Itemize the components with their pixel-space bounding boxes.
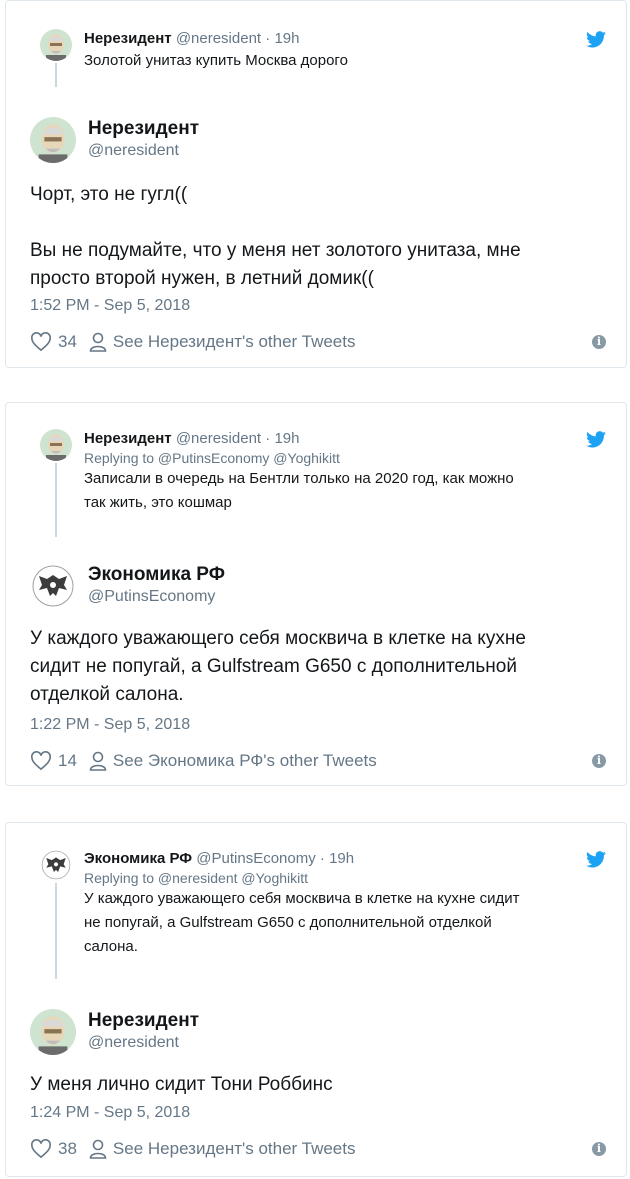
person-icon[interactable] [89,332,107,352]
tweet-actions: 34 See Нерезидент's other Tweets i [30,331,606,353]
tweet-actions: 38 See Нерезидент's other Tweets i [30,1138,606,1160]
person-icon[interactable] [89,751,107,771]
tweet-text-line: Чорт, это не гугл(( [30,184,188,205]
tweet-timestamp[interactable]: 1:24 PM - Sep 5, 2018 [30,1104,190,1122]
author-names: Экономика РФ @PutinsEconomy [88,563,225,607]
avatar[interactable] [40,29,72,61]
tweet-text-line [30,209,602,237]
avatar[interactable] [40,429,72,461]
like-count[interactable]: 38 [58,1139,77,1159]
tweet-text: У каждого уважающего себя москвича в кле… [30,625,602,709]
tweet-text-line: просто второй нужен, в летний домик(( [30,268,374,289]
tweet-embed-card: Экономика РФ @PutinsEconomy · 19h Replyi… [5,822,627,1177]
info-icon[interactable]: i [592,754,606,768]
replying-to[interactable]: Replying to @neresident @Yoghikitt [84,869,606,887]
tweet-text: У меня лично сидит Тони Роббинс [30,1071,602,1099]
parent-tweet-text: У каждого уважающего себя москвича в кле… [84,887,606,959]
parent-tweet[interactable]: Нерезидент @neresident · 19h Replying to… [40,429,606,539]
author-names: Нерезидент @neresident [88,117,199,161]
tweet-text-line: сидит не попугай, а Gulfstream G650 с до… [30,656,517,677]
author-handle[interactable]: @neresident [176,430,261,447]
parent-tweet-body: Нерезидент @neresident · 19h Replying to… [84,429,606,515]
like-count[interactable]: 34 [58,332,77,352]
avatar[interactable] [30,563,76,609]
tweet-actions: 14 See Экономика РФ's other Tweets i [30,750,606,772]
avatar-old-man-icon [40,29,72,61]
author-name[interactable]: Нерезидент [88,1009,199,1033]
see-other-tweets-link[interactable]: See Нерезидент's other Tweets [113,332,356,352]
info-icon[interactable]: i [592,335,606,349]
avatar[interactable] [40,849,72,881]
parent-tweet[interactable]: Экономика РФ @PutinsEconomy · 19h Replyi… [40,849,606,984]
twitter-bird-icon[interactable] [586,31,606,48]
author-name[interactable]: Экономика РФ [84,850,192,867]
parent-tweet-text: Записали в очередь на Бентли только на 2… [84,467,606,515]
heart-icon[interactable] [30,332,52,352]
author-handle[interactable]: @neresident [88,141,199,161]
avatar-old-man-icon [30,1009,76,1055]
separator-dot: · [265,30,271,47]
tweet-timestamp[interactable]: 1:22 PM - Sep 5, 2018 [30,716,190,734]
parent-tweet-header: Нерезидент @neresident · 19h [84,429,606,449]
info-icon[interactable]: i [592,1142,606,1156]
author-name[interactable]: Нерезидент [84,430,172,447]
parent-tweet-text-line: так жить, это кошмар [84,494,232,511]
parent-tweet[interactable]: Нерезидент @neresident · 19h Золотой уни… [40,29,606,85]
heart-icon[interactable] [30,751,52,771]
relative-time[interactable]: 19h [274,430,299,447]
double-eagle-emblem-icon [30,563,76,609]
tweet-embed-card: Нерезидент @neresident · 19h Золотой уни… [5,0,627,368]
thread-connector [55,463,57,537]
avatar-old-man-icon [40,429,72,461]
person-icon[interactable] [89,1139,107,1159]
heart-icon[interactable] [30,1139,52,1159]
twitter-bird-icon[interactable] [586,431,606,448]
tweet-text-line: У меня лично сидит Тони Роббинс [30,1074,333,1095]
see-other-tweets-link[interactable]: See Нерезидент's other Tweets [113,1139,356,1159]
parent-tweet-text-line: не попугай, а Gulfstream G650 с дополнит… [84,914,492,931]
avatar-old-man-icon [30,117,76,163]
tweet-text-line: Вы не подумайте, что у меня нет золотого… [30,240,521,261]
tweet-timestamp[interactable]: 1:52 PM - Sep 5, 2018 [30,297,190,315]
parent-tweet-text-line: Записали в очередь на Бентли только на 2… [84,470,514,487]
relative-time[interactable]: 19h [329,850,354,867]
relative-time[interactable]: 19h [274,30,299,47]
tweet-text-line: отделкой салона. [30,684,184,705]
thread-connector [55,883,57,979]
author-handle[interactable]: @neresident [88,1033,199,1053]
replying-to[interactable]: Replying to @PutinsEconomy @Yoghikitt [84,449,606,467]
parent-tweet-body: Экономика РФ @PutinsEconomy · 19h Replyi… [84,849,606,959]
tweet-text: Чорт, это не гугл(( Вы не подумайте, что… [30,181,602,293]
author-handle[interactable]: @PutinsEconomy [196,850,315,867]
separator-dot: · [265,430,271,447]
author-handle[interactable]: @PutinsEconomy [88,587,225,607]
parent-tweet-header: Нерезидент @neresident · 19h [84,29,606,49]
author-name[interactable]: Нерезидент [88,117,199,141]
author-names: Нерезидент @neresident [88,1009,199,1053]
like-count[interactable]: 14 [58,751,77,771]
parent-tweet-body: Нерезидент @neresident · 19h Золотой уни… [84,29,606,73]
parent-tweet-header: Экономика РФ @PutinsEconomy · 19h [84,849,606,869]
author-name[interactable]: Экономика РФ [88,563,225,587]
see-other-tweets-link[interactable]: See Экономика РФ's other Tweets [113,751,377,771]
parent-tweet-text-line: У каждого уважающего себя москвича в кле… [84,890,520,907]
author-handle[interactable]: @neresident [176,30,261,47]
parent-tweet-text: Золотой унитаз купить Москва дорого [84,52,348,69]
separator-dot: · [319,850,325,867]
tweet-text-line: У каждого уважающего себя москвича в кле… [30,628,526,649]
thread-connector [55,63,57,87]
author-name[interactable]: Нерезидент [84,30,172,47]
parent-tweet-text-line: салона. [84,938,138,955]
double-eagle-emblem-icon [40,849,72,881]
avatar[interactable] [30,1009,76,1055]
twitter-bird-icon[interactable] [586,851,606,868]
avatar[interactable] [30,117,76,163]
tweet-embed-card: Нерезидент @neresident · 19h Replying to… [5,402,627,786]
